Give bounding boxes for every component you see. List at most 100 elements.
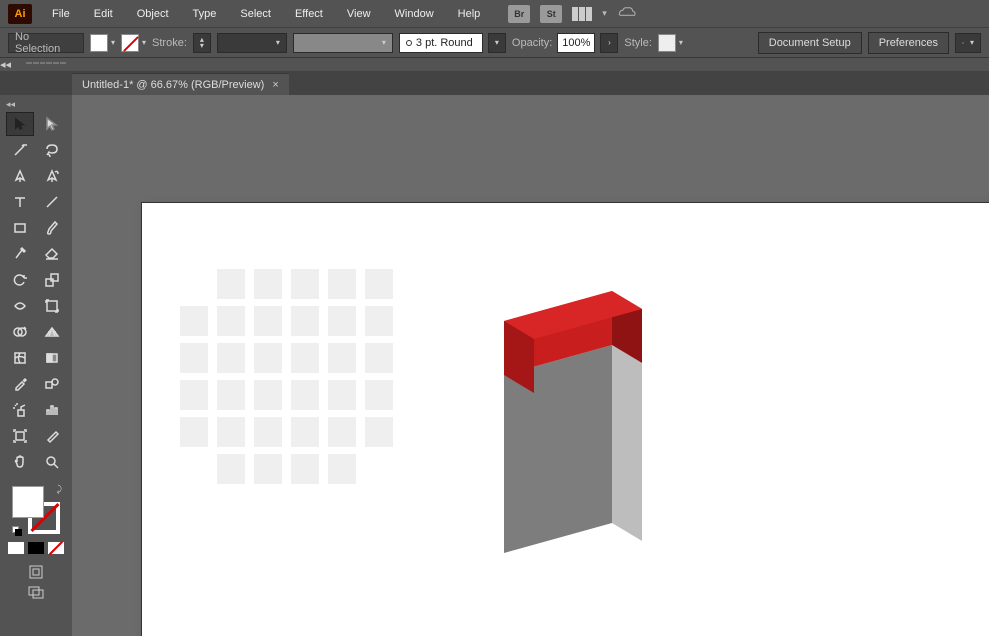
eraser-tool[interactable] bbox=[38, 242, 66, 266]
chevron-down-icon: ▾ bbox=[495, 38, 499, 47]
stroke-swatch-none[interactable] bbox=[121, 34, 139, 52]
chevron-down-icon[interactable]: ▾ bbox=[111, 38, 115, 47]
menu-effect[interactable]: Effect bbox=[285, 4, 333, 24]
preferences-button[interactable]: Preferences bbox=[868, 32, 949, 54]
opacity-dropdown-button[interactable]: › bbox=[600, 33, 618, 53]
zoom-tool[interactable] bbox=[38, 450, 66, 474]
gpu-preview-icon[interactable] bbox=[617, 5, 637, 22]
stroke-weight-select[interactable]: ▴▾ bbox=[193, 33, 211, 53]
direct-selection-tool[interactable] bbox=[38, 112, 66, 136]
stroke-label: Stroke: bbox=[152, 37, 187, 49]
selection-indicator: No Selection bbox=[8, 33, 84, 53]
pen-tool[interactable] bbox=[6, 164, 34, 188]
screen-mode-row bbox=[27, 564, 45, 580]
type-tool[interactable] bbox=[6, 190, 34, 214]
canvas-area[interactable] bbox=[72, 95, 989, 636]
align-icon bbox=[962, 36, 964, 50]
fill-stroke-control[interactable]: ⤸ bbox=[12, 486, 60, 534]
free-transform-tool[interactable] bbox=[38, 294, 66, 318]
brush-name-value: 3 pt. Round bbox=[416, 37, 473, 49]
variable-width-profile-select[interactable]: ▾ bbox=[217, 33, 287, 53]
brush-name-input[interactable]: 3 pt. Round bbox=[399, 33, 483, 53]
stepper-icon: ▴▾ bbox=[200, 37, 204, 49]
column-graph-tool[interactable] bbox=[38, 398, 66, 422]
fill-swatch[interactable] bbox=[90, 34, 108, 52]
isometric-box-artwork bbox=[492, 273, 652, 573]
swap-fill-stroke-icon[interactable]: ⤸ bbox=[57, 484, 62, 495]
align-to-select[interactable]: ▾ bbox=[955, 33, 981, 53]
magic-wand-tool[interactable] bbox=[6, 138, 34, 162]
shaper-tool[interactable] bbox=[6, 242, 34, 266]
chevron-down-icon: ▾ bbox=[276, 38, 280, 47]
menu-view[interactable]: View bbox=[337, 4, 381, 24]
artboard-tool[interactable] bbox=[6, 424, 34, 448]
bridge-button[interactable]: Br bbox=[508, 5, 530, 23]
curvature-tool[interactable] bbox=[38, 164, 66, 188]
fill-color-box[interactable] bbox=[12, 486, 44, 518]
width-tool[interactable] bbox=[6, 294, 34, 318]
fill-swatch-control[interactable]: ▾ bbox=[90, 34, 115, 52]
chevron-right-icon: › bbox=[608, 38, 611, 47]
app-logo: Ai bbox=[8, 4, 32, 24]
panel-collapse-button[interactable]: ◂◂ bbox=[0, 59, 11, 71]
chevron-down-icon[interactable]: ▾ bbox=[142, 38, 146, 47]
perspective-grid-tool[interactable] bbox=[38, 320, 66, 344]
opacity-label: Opacity: bbox=[512, 37, 552, 49]
close-tab-button[interactable]: × bbox=[272, 79, 278, 91]
document-tabs: Untitled-1* @ 66.67% (RGB/Preview) × bbox=[0, 71, 989, 95]
menu-object[interactable]: Object bbox=[127, 4, 179, 24]
graphic-style-control[interactable]: ▾ bbox=[658, 34, 683, 52]
stroke-swatch-control[interactable]: ▾ bbox=[121, 34, 146, 52]
toolbox-collapse-button[interactable]: ◂◂ bbox=[6, 99, 15, 110]
main-area: ◂◂ bbox=[0, 95, 989, 636]
menu-bar: Ai File Edit Object Type Select Effect V… bbox=[0, 0, 989, 28]
document-tab-title: Untitled-1* @ 66.67% (RGB/Preview) bbox=[82, 79, 264, 91]
document-setup-button[interactable]: Document Setup bbox=[758, 32, 862, 54]
menu-window[interactable]: Window bbox=[385, 4, 444, 24]
default-fill-stroke-icon[interactable] bbox=[12, 526, 22, 536]
slice-tool[interactable] bbox=[38, 424, 66, 448]
mesh-tool[interactable] bbox=[6, 346, 34, 370]
draw-mode-button[interactable] bbox=[27, 564, 45, 580]
style-swatch[interactable] bbox=[658, 34, 676, 52]
gradient-tool[interactable] bbox=[38, 346, 66, 370]
round-brush-icon bbox=[406, 40, 412, 46]
artboard[interactable] bbox=[142, 203, 989, 636]
menu-help[interactable]: Help bbox=[448, 4, 491, 24]
color-mode-gradient[interactable] bbox=[28, 542, 44, 554]
screen-mode-button[interactable] bbox=[27, 584, 45, 600]
hand-tool[interactable] bbox=[6, 450, 34, 474]
rotate-tool[interactable] bbox=[6, 268, 34, 292]
color-mode-normal[interactable] bbox=[8, 542, 24, 554]
chevron-down-icon[interactable]: ▾ bbox=[679, 38, 683, 47]
chevron-down-icon: ▾ bbox=[382, 38, 386, 47]
paintbrush-tool[interactable] bbox=[38, 216, 66, 240]
brush-dropdown-button[interactable]: ▾ bbox=[488, 33, 506, 53]
menu-type[interactable]: Type bbox=[183, 4, 227, 24]
rectangle-tool[interactable] bbox=[6, 216, 34, 240]
control-bar: No Selection ▾ ▾ Stroke: ▴▾ ▾ ▾ 3 pt. Ro… bbox=[0, 28, 989, 58]
scale-tool[interactable] bbox=[38, 268, 66, 292]
selection-tool[interactable] bbox=[6, 112, 34, 136]
chevron-down-icon: ▾ bbox=[602, 8, 607, 19]
menu-select[interactable]: Select bbox=[230, 4, 281, 24]
blend-tool[interactable] bbox=[38, 372, 66, 396]
document-tab[interactable]: Untitled-1* @ 66.67% (RGB/Preview) × bbox=[72, 73, 289, 95]
eyedropper-tool[interactable] bbox=[6, 372, 34, 396]
menu-file[interactable]: File bbox=[42, 4, 80, 24]
arrange-documents-button[interactable] bbox=[572, 7, 592, 21]
stock-button[interactable]: St bbox=[540, 5, 562, 23]
chevron-down-icon: ▾ bbox=[970, 38, 974, 47]
grey-square-grid bbox=[180, 269, 393, 484]
symbol-sprayer-tool[interactable] bbox=[6, 398, 34, 422]
color-mode-none[interactable] bbox=[48, 542, 64, 554]
brush-definition-select[interactable]: ▾ bbox=[293, 33, 393, 53]
menu-right-group: Br St ▾ bbox=[508, 5, 637, 23]
menu-edit[interactable]: Edit bbox=[84, 4, 123, 24]
shape-builder-tool[interactable] bbox=[6, 320, 34, 344]
panel-grip-icon[interactable] bbox=[26, 62, 66, 68]
lasso-tool[interactable] bbox=[38, 138, 66, 162]
opacity-input[interactable]: 100% bbox=[557, 33, 595, 53]
line-segment-tool[interactable] bbox=[38, 190, 66, 214]
color-mode-row bbox=[8, 542, 64, 554]
